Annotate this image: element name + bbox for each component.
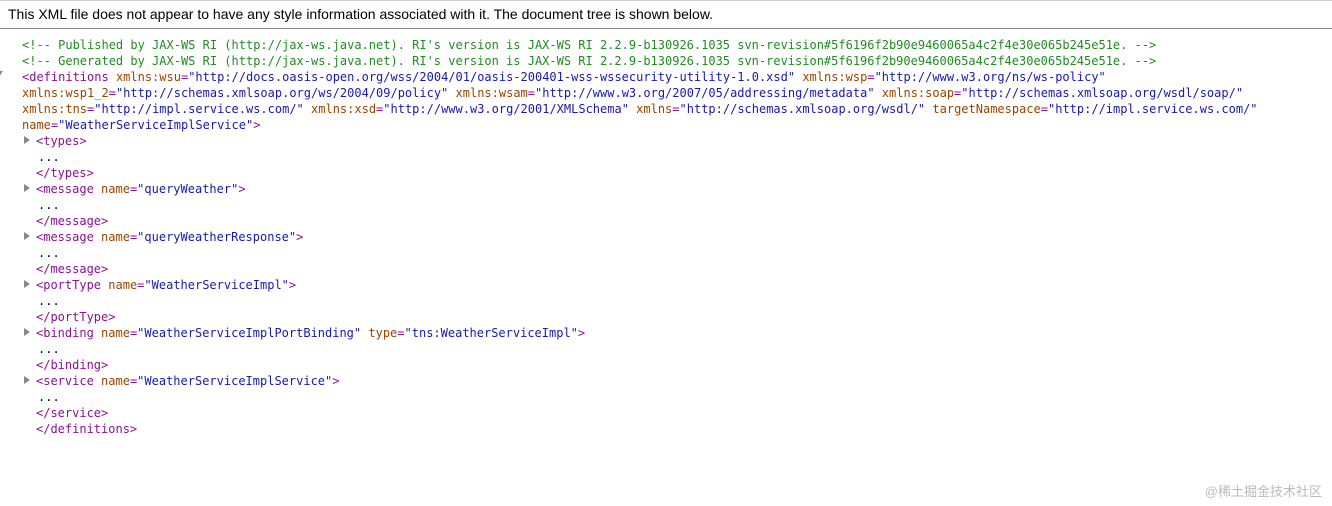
xml-tag: = [867,70,874,84]
definitions-open-cont: xmlns:tns="http://impl.service.ws.com/" … [8,101,1324,117]
expand-arrow-icon[interactable] [24,136,30,144]
ellipsis: ... [36,245,1324,261]
ellipsis: ... [36,149,1324,165]
xml-attr-name: xmlns:wsu [116,70,181,84]
xml-attr-value: "http://impl.service.ws.com/" [1048,102,1258,116]
xml-attr-name: name [101,182,130,196]
xml-tree: <!-- Published by JAX-WS RI (http://jax-… [0,29,1332,445]
xml-tag: = [1041,102,1048,116]
expand-arrow-icon[interactable] [24,184,30,192]
xml-attr-name: xmlns:wsp [802,70,867,84]
close-tag: </binding> [36,358,108,372]
xml-node-close: </service> [36,405,1324,421]
xml-node-close: </binding> [36,357,1324,373]
xml-attr-name: type [368,326,397,340]
expand-arrow-icon[interactable] [24,280,30,288]
close-tag: </definitions> [36,422,137,436]
xml-attr-value: "http://docs.oasis-open.org/wss/2004/01/… [188,70,795,84]
expand-arrow-icon[interactable] [24,376,30,384]
xml-tag: > [289,278,296,292]
comment-text: <!-- Published by JAX-WS RI (http://jax-… [22,38,1156,52]
xml-tag: = [528,86,535,100]
xml-node-open[interactable]: <binding name = "WeatherServiceImplPortBin… [36,325,1324,341]
xml-attr-name: xmlns [636,102,672,116]
xml-attr-name: xmlns:wsp1_2 [22,86,109,100]
xml-node-close: </portType> [36,309,1324,325]
comment-line: <!-- Published by JAX-WS RI (http://jax-… [8,37,1324,53]
xml-attr-name: xmlns:tns [22,102,87,116]
definitions-open[interactable]: <definitions xmlns:wsu = "http://docs.oasi… [8,69,1324,85]
xml-attr-name: name [101,374,130,388]
definitions-open-cont: name="WeatherServiceImplService"> [8,117,1324,133]
xml-attr-name: name [101,230,130,244]
close-tag: </portType> [36,310,115,324]
xml-attr-value: "http://www.w3.org/ns/ws-policy" [875,70,1106,84]
xml-attr-value: "http://schemas.xmlsoap.org/ws/2004/09/p… [116,86,448,100]
xml-attr-value: "http://schemas.xmlsoap.org/wsdl/" [680,102,926,116]
xml-tag: > [253,118,260,132]
xml-tag: = [672,102,679,116]
ellipsis: ... [36,293,1324,309]
xml-tag: > [238,182,245,196]
xml-attr-name: name [101,326,130,340]
xml-node-open[interactable]: <message name="queryWeather"> [36,181,1324,197]
xml-attr-value: "http://www.w3.org/2007/05/addressing/me… [535,86,875,100]
xml-node-close: </message> [36,213,1324,229]
definitions-children: <types>...</types><message name="queryWe… [8,133,1324,421]
xml-tag: <message [36,230,94,244]
xml-tag: <binding [36,326,94,340]
xml-attr-name: xmlns:wsam [456,86,528,100]
xml-attr-value: "http://www.w3.org/2001/XMLSchema" [383,102,629,116]
comment-line: <!-- Generated by JAX-WS RI (http://jax-… [8,53,1324,69]
xml-tag: <portType [36,278,101,292]
xml-attr-value: "queryWeather" [137,182,238,196]
xml-tag: = [397,326,404,340]
xml-attr-value: "WeatherServiceImpl" [144,278,289,292]
definitions-open-cont: xmlns:wsp1_2="http://schemas.xmlsoap.org… [8,85,1324,101]
xml-tag: <message [36,182,94,196]
xml-node-close: </types> [36,165,1324,181]
xml-node-close: </message> [36,261,1324,277]
xml-attr-name: xmlns:xsd [311,102,376,116]
xml-attr-value: "http://impl.service.ws.com/" [94,102,304,116]
ellipsis: ... [36,197,1324,213]
xml-node-open[interactable]: <service name="WeatherServiceImplService… [36,373,1324,389]
close-tag: </types> [36,166,94,180]
xml-node-open[interactable]: <types> [36,133,1324,149]
xml-tag: > [296,230,303,244]
xml-attr-value: "WeatherServiceImplService" [137,374,332,388]
xml-tag: <definitions [22,70,109,84]
definitions-close: </definitions> [8,421,1324,437]
xml-attr-name: name [22,118,51,132]
expand-arrow-icon[interactable] [24,232,30,240]
xml-tag: = [109,86,116,100]
ellipsis: ... [36,389,1324,405]
xml-attr-value: "WeatherServiceImplPortBinding" [137,326,361,340]
xml-tag: <types> [36,134,87,148]
xml-tag: > [332,374,339,388]
xml-noStyle-header: This XML file does not appear to have an… [0,0,1332,29]
close-tag: </message> [36,214,108,228]
xml-attr-value: "http://schemas.xmlsoap.org/wsdl/soap/" [961,86,1243,100]
close-tag: </service> [36,406,108,420]
xml-attr-value: "WeatherServiceImplService" [58,118,253,132]
expand-arrow-icon[interactable] [24,328,30,336]
xml-attr-name: xmlns:soap [882,86,954,100]
xml-tag: > [578,326,585,340]
watermark: @稀土掘金技术社区 [1205,481,1322,500]
xml-node-open[interactable]: <message name="queryWeatherResponse"> [36,229,1324,245]
xml-attr-value: "queryWeatherResponse" [137,230,296,244]
comment-text: <!-- Generated by JAX-WS RI (http://jax-… [22,54,1156,68]
xml-node-open[interactable]: <portType name="WeatherServiceImpl"> [36,277,1324,293]
ellipsis: ... [36,341,1324,357]
xml-attr-value: "tns:WeatherServiceImpl" [405,326,578,340]
close-tag: </message> [36,262,108,276]
expand-arrow-icon[interactable] [0,71,3,77]
xml-attr-name: name [108,278,137,292]
xml-attr-name: targetNamespace [932,102,1040,116]
xml-tag: <service [36,374,94,388]
